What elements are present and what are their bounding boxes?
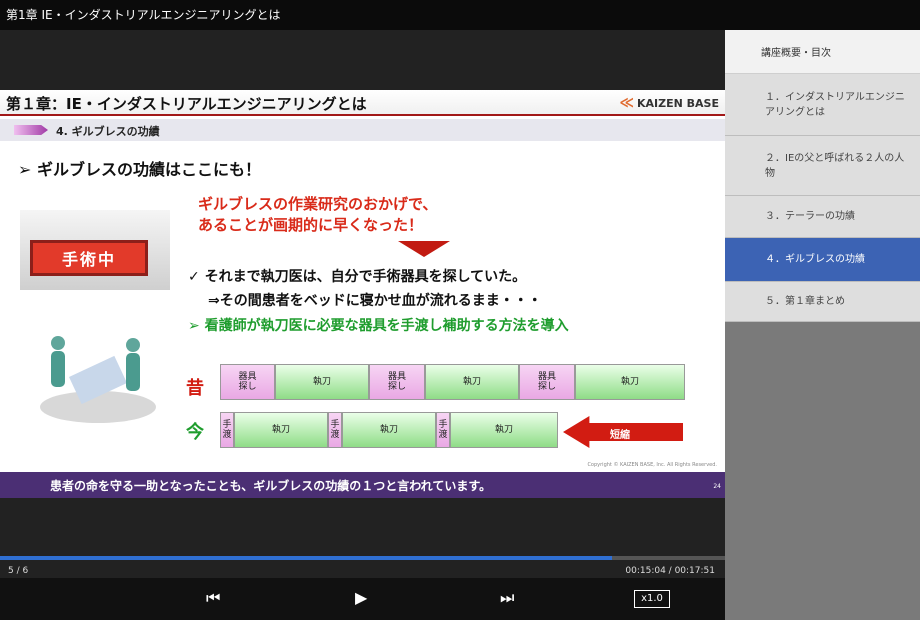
sidebar-item-label: ３．テーラーの功績	[765, 211, 855, 222]
operation-block: 執刀	[275, 364, 369, 400]
playback-speed-button[interactable]: x1.0	[634, 590, 670, 608]
slide: 第１章：IE・インダストリアルエンジニアリングとは ≪ KAIZEN BASE …	[0, 90, 725, 498]
tool-block: 手渡	[220, 412, 234, 448]
progress-fill	[0, 556, 612, 560]
slide-header: 第１章：IE・インダストリアルエンジニアリングとは ≪ KAIZEN BASE	[0, 90, 725, 116]
skip-previous-icon[interactable]: ⏮	[206, 588, 220, 608]
play-icon[interactable]: ▶	[355, 588, 367, 607]
sidebar-header[interactable]: 講座概要・目次	[725, 30, 920, 74]
slide-counter: 5 / 6	[8, 566, 29, 576]
sidebar-item-2[interactable]: ２．IEの父と呼ばれる２人の人物	[725, 136, 920, 196]
sidebar-item-5[interactable]: ５．第１章まとめ	[725, 282, 920, 322]
solution-line: ➢ 看護師が執刀医に必要な器具を手渡し補助する方法を導入	[188, 318, 569, 334]
sidebar-list: １．インダストリアルエンジニアリングとは ２．IEの父と呼ばれる２人の人物 ３．テー…	[725, 74, 920, 322]
surgery-sign-text: 手術中	[30, 240, 148, 276]
logo-mark-icon: ≪	[619, 95, 634, 111]
sidebar-item-1[interactable]: １．インダストリアルエンジニアリングとは	[725, 74, 920, 136]
slide-page-number: 24	[713, 483, 721, 490]
shorten-label: 短縮	[610, 430, 630, 441]
before-label: 昔	[186, 378, 204, 399]
highlight-text: ギルブレスの作業研究のおかげで、 あることが画期的に早くなった！	[198, 195, 438, 234]
subtitle-arrow-icon	[14, 125, 48, 135]
slide-heading: ➢ ギルブレスの功績はここにも！	[18, 160, 261, 179]
operation-block: 執刀	[425, 364, 519, 400]
tool-block: 器具 探し	[220, 364, 275, 400]
progress-bar[interactable]	[0, 556, 725, 560]
check-line: ✓ それまで執刀医は、自分で手術器具を探していた。	[188, 269, 527, 285]
sidebar-item-3[interactable]: ３．テーラーの功績	[725, 196, 920, 238]
sidebar-item-label: ４．ギルブレスの功績	[765, 254, 865, 265]
down-arrow-icon	[398, 241, 450, 257]
sidebar-item-label: １．インダストリアルエンジニアリングとは	[765, 91, 905, 118]
slide-subtitle-bar: 4. ギルブレスの功績	[0, 119, 725, 141]
slide-subtitle: 4. ギルブレスの功績	[56, 125, 160, 138]
tool-block: 手渡	[328, 412, 342, 448]
player-controls: ⏮ ▶ ⏭ x1.0	[0, 578, 725, 620]
window-title: 第1章 IE・インダストリアルエンジニアリングとは	[0, 0, 920, 30]
kaizen-base-logo: ≪ KAIZEN BASE	[619, 95, 719, 111]
sidebar-item-label: ５．第１章まとめ	[765, 296, 845, 307]
after-label: 今	[186, 422, 204, 443]
sidebar-item-label: ２．IEの父と呼ばれる２人の人物	[765, 152, 905, 179]
tool-block: 手渡	[436, 412, 450, 448]
operation-block: 執刀	[575, 364, 685, 400]
tool-block: 器具 探し	[519, 364, 575, 400]
slide-footer-text: 患者の命を守る一助となったことも、ギルブレスの功績の１つと言われています。	[50, 479, 492, 493]
sidebar-item-4[interactable]: ４．ギルブレスの功績	[725, 238, 920, 282]
doctors-illustration	[40, 336, 156, 423]
video-player: 第１章：IE・インダストリアルエンジニアリングとは ≪ KAIZEN BASE …	[0, 30, 725, 620]
operation-block: 執刀	[342, 412, 436, 448]
consequence-line: ⇒その間患者をベッドに寝かせ血が流れるまま・・・	[208, 293, 542, 309]
playback-time: 00:15:04 / 00:17:51	[625, 566, 715, 576]
operation-block: 執刀	[234, 412, 328, 448]
slide-footer: 患者の命を守る一助となったことも、ギルブレスの功績の１つと言われています。 24	[0, 472, 725, 498]
copyright: Copyright © KAIZEN BASE, Inc. All Rights…	[587, 462, 717, 468]
skip-next-icon[interactable]: ⏭	[500, 588, 514, 608]
slide-title: 第１章：IE・インダストリアルエンジニアリングとは	[6, 95, 367, 113]
operation-block: 執刀	[450, 412, 558, 448]
tool-block: 器具 探し	[369, 364, 425, 400]
chapter-sidebar: 講座概要・目次 １．インダストリアルエンジニアリングとは ２．IEの父と呼ばれる２…	[725, 30, 920, 620]
